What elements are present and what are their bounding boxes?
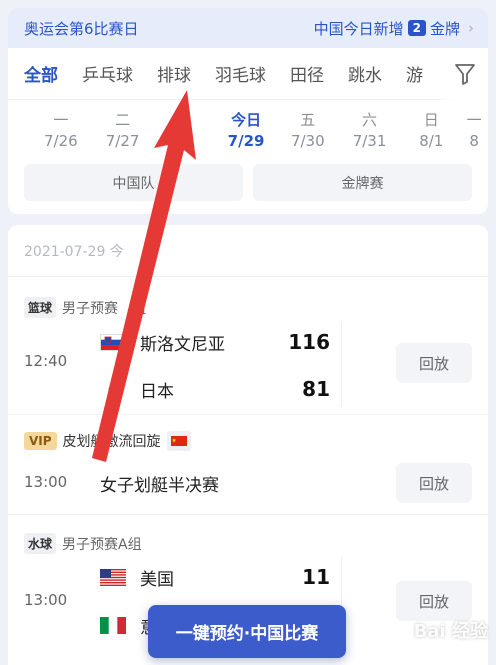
schedule-header-card: 奥运会第6比赛日 中国今日新增 2 金牌 › 全部 乒乓球 排球 羽毛球 田径 … bbox=[8, 8, 488, 214]
team-a-name: 斯洛文尼亚 bbox=[140, 335, 225, 355]
games-day-label: 奥运会第6比赛日 bbox=[24, 19, 139, 38]
team-a: 美国 bbox=[100, 565, 174, 590]
date-item[interactable] bbox=[153, 110, 215, 164]
sport-tab-bar: 全部 乒乓球 排球 羽毛球 田径 跳水 游 bbox=[8, 48, 488, 100]
gold-match-filter-button[interactable]: 金牌赛 bbox=[253, 164, 472, 201]
filter-icon bbox=[455, 64, 475, 85]
tab-badminton[interactable]: 羽毛球 bbox=[215, 61, 266, 86]
vip-badge: VIP bbox=[24, 432, 57, 450]
match-header: 水球 男子预赛A组 bbox=[8, 515, 488, 554]
date-item[interactable]: 一 7/26 bbox=[30, 110, 92, 164]
match-group-tail: 组 bbox=[132, 300, 147, 317]
tab-all[interactable]: 全部 bbox=[24, 61, 58, 86]
match-time: 13:00 bbox=[24, 591, 68, 609]
replay-button[interactable]: 回放 bbox=[396, 463, 472, 503]
match-header: VIP 皮划艇激流回旋 bbox=[8, 415, 488, 451]
match-row-canoe-slalom[interactable]: VIP 皮划艇激流回旋 13:00 女子划艇半决赛 回放 bbox=[8, 415, 488, 515]
team-b: 日本 bbox=[100, 377, 174, 402]
tab-swimming[interactable]: 游 bbox=[406, 61, 423, 86]
match-group: 男子预赛 bbox=[62, 300, 119, 317]
match-header: 篮球 男子预赛 组 bbox=[8, 277, 488, 318]
date-item[interactable]: 一8 bbox=[462, 110, 486, 164]
date-item[interactable]: 日 8/1 bbox=[400, 110, 462, 164]
watermark-logo: Bai 经验 bbox=[413, 621, 488, 642]
date-item[interactable]: 六 7/31 bbox=[339, 110, 401, 164]
match-time: 12:40 bbox=[24, 352, 68, 370]
match-group: 男子预赛A组 bbox=[62, 536, 142, 553]
filter-button[interactable] bbox=[442, 48, 488, 100]
tab-table-tennis[interactable]: 乒乓球 bbox=[82, 61, 133, 86]
date-item[interactable]: 二 7/27 bbox=[92, 110, 154, 164]
reserve-china-matches-button[interactable]: 一键预约·中国比赛 bbox=[148, 605, 346, 658]
match-row-basketball[interactable]: 篮球 男子预赛 组 12:40 斯洛文尼亚 116 日本 81 回放 bbox=[8, 277, 488, 415]
tab-volleyball[interactable]: 排球 bbox=[157, 61, 191, 86]
date-item-today[interactable]: 今日 7/29 bbox=[215, 110, 277, 164]
china-flag-icon bbox=[166, 431, 191, 451]
date-item[interactable]: 五 7/30 bbox=[277, 110, 339, 164]
list-date-header: 2021-07-29 今 bbox=[8, 225, 488, 277]
sport-tag: 水球 bbox=[24, 533, 57, 554]
match-list: 2021-07-29 今 篮球 男子预赛 组 12:40 斯洛文尼亚 116 日… bbox=[8, 225, 488, 665]
match-time: 13:00 bbox=[24, 473, 68, 491]
sport-tag: 篮球 bbox=[24, 297, 57, 318]
team-a: 斯洛文尼亚 bbox=[100, 330, 225, 355]
slovenia-flag-icon bbox=[100, 334, 126, 351]
team-a-score: 11 bbox=[302, 565, 330, 589]
china-new-gold-summary[interactable]: 中国今日新增 2 金牌 › bbox=[314, 18, 474, 39]
match-group: 皮划艇激流回旋 bbox=[62, 434, 161, 450]
date-selector: 一 7/26 二 7/27 今日 7/29 五 7/30 六 7/31 日 8/1 一8 bbox=[8, 100, 488, 164]
event-title: 女子划艇半决赛 bbox=[100, 476, 219, 496]
tab-athletics[interactable]: 田径 bbox=[290, 61, 324, 86]
china-team-filter-button[interactable]: 中国队 bbox=[24, 164, 243, 201]
usa-flag-icon bbox=[100, 569, 126, 586]
team-b-score: 81 bbox=[302, 377, 330, 401]
italy-flag-icon bbox=[100, 617, 126, 634]
divider bbox=[341, 322, 342, 407]
new-gold-suffix: 金牌 bbox=[429, 19, 460, 38]
team-a-name: 美国 bbox=[140, 570, 174, 590]
team-b-name: 日本 bbox=[140, 382, 174, 402]
chevron-right-icon: › bbox=[468, 19, 474, 37]
japan-flag-icon bbox=[100, 381, 126, 398]
quick-filters: 中国队 金牌赛 bbox=[8, 164, 488, 201]
new-gold-prefix: 中国今日新增 bbox=[313, 19, 404, 38]
games-day-banner[interactable]: 奥运会第6比赛日 中国今日新增 2 金牌 › bbox=[8, 8, 488, 48]
tab-diving[interactable]: 跳水 bbox=[348, 61, 382, 86]
replay-button[interactable]: 回放 bbox=[396, 343, 472, 383]
replay-button[interactable]: 回放 bbox=[396, 581, 472, 621]
new-gold-count-badge: 2 bbox=[407, 20, 426, 36]
team-a-score: 116 bbox=[288, 330, 330, 354]
